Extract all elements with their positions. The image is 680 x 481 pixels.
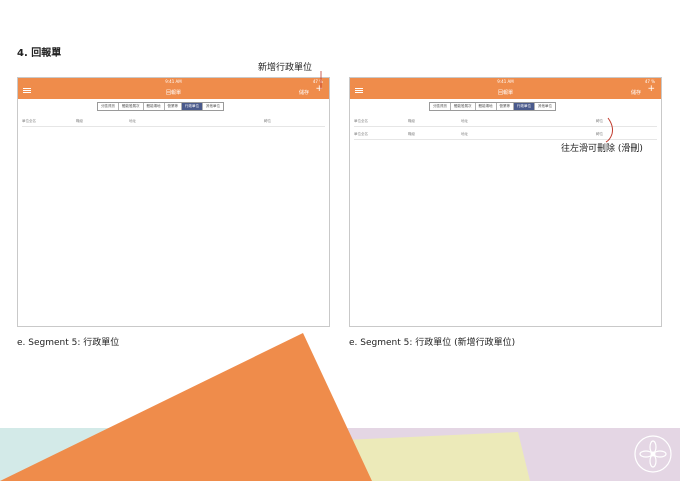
tablet-screen-2: 9:41 AM 47 % 回報單 儲存 + 分區資訊 體能發展次 體能場地 營業… — [349, 77, 662, 327]
save-button[interactable]: 儲存 — [631, 89, 641, 96]
segment-tab[interactable]: 其他單位 — [535, 103, 555, 110]
app-bar: 9:41 AM 47 % 回報單 儲存 + — [18, 78, 329, 99]
segment-tab[interactable]: 體能場地 — [475, 103, 497, 110]
cell: 轉位 — [596, 132, 603, 136]
cell: 轉位 — [596, 119, 603, 123]
status-time: 9:41 AM — [497, 79, 514, 84]
caption-right: e. Segment 5: 行政單位 (新增行政單位) — [349, 338, 516, 348]
segment-tab[interactable]: 營業等 — [496, 103, 514, 110]
plus-icon[interactable]: + — [647, 85, 655, 94]
add-unit-callout: 新增行政單位 — [258, 63, 313, 73]
section-title: 4. 回報單 — [17, 48, 62, 59]
table-row[interactable]: 單位全名 職級 地址 轉位 — [354, 130, 657, 140]
segment-tab-active[interactable]: 行政單位 — [514, 103, 535, 110]
segment-control: 分區資訊 體能發展次 體能場地 營業等 行政單位 其他單位 — [429, 102, 556, 111]
flower-logo-icon — [634, 435, 672, 473]
app-title: 回報單 — [497, 90, 513, 96]
caption-left: e. Segment 5: 行政單位 — [17, 338, 120, 348]
segment-tab[interactable]: 體能發展次 — [119, 103, 144, 110]
segment-tab[interactable]: 其他單位 — [203, 103, 223, 110]
cell: 地址 — [461, 119, 468, 123]
segment-tab-active[interactable]: 行政單位 — [182, 103, 203, 110]
header-cell: 地址 — [129, 119, 136, 123]
segment-control: 分區資訊 體能發展次 體能場地 營業等 行政單位 其他單位 — [97, 102, 224, 111]
header-cell: 轉位 — [264, 119, 271, 123]
header-cell: 職級 — [76, 119, 83, 123]
segment-tab[interactable]: 體能場地 — [143, 103, 165, 110]
segment-tab[interactable]: 營業等 — [164, 103, 182, 110]
plus-icon[interactable]: + — [315, 85, 323, 94]
cell: 職級 — [408, 119, 415, 123]
save-button[interactable]: 儲存 — [299, 89, 309, 96]
segment-tab[interactable]: 分區資訊 — [430, 103, 451, 110]
table-header-row: 單位全名 職級 地址 轉位 — [22, 117, 325, 127]
orange-triangle — [0, 333, 372, 481]
status-time: 9:41 AM — [165, 79, 182, 84]
segment-tab[interactable]: 分區資訊 — [98, 103, 119, 110]
cell: 地址 — [461, 132, 468, 136]
tablet-screen-1: 9:41 AM 47 % 回報單 儲存 + 分區資訊 體能發展次 體能場地 營業… — [17, 77, 330, 327]
cell: 單位全名 — [354, 132, 368, 136]
app-title: 回報單 — [165, 90, 181, 96]
cell: 單位全名 — [354, 119, 368, 123]
table-row[interactable]: 單位全名 職級 地址 轉位 — [354, 117, 657, 127]
app-bar: 9:41 AM 47 % 回報單 儲存 + — [350, 78, 661, 99]
yellow-block — [345, 432, 530, 481]
swipe-delete-callout: 往左滑可刪除 (滑刪) — [561, 144, 643, 154]
cell: 職級 — [408, 132, 415, 136]
header-cell: 單位全名 — [22, 119, 36, 123]
segment-tab[interactable]: 體能發展次 — [451, 103, 476, 110]
